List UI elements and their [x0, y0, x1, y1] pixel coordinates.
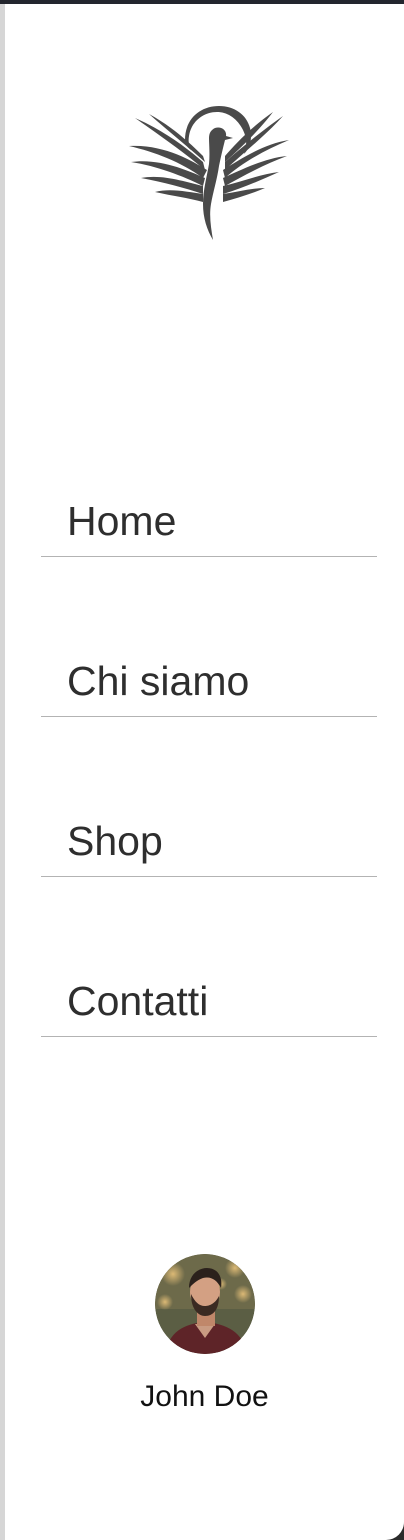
app-frame: Home Chi siamo Shop Contatti John Doe — [0, 0, 404, 1540]
main-navigation: Home Chi siamo Shop Contatti — [41, 444, 377, 1037]
user-name: John Doe — [140, 1380, 269, 1413]
user-profile: John Doe — [5, 1254, 404, 1414]
nav-link-contatti[interactable]: Contatti — [67, 981, 208, 1022]
nav-link-shop[interactable]: Shop — [67, 821, 163, 862]
nav-item-contatti: Contatti — [41, 877, 377, 1037]
nav-item-shop: Shop — [41, 717, 377, 877]
nav-link-home[interactable]: Home — [67, 501, 176, 542]
nav-link-chi-siamo[interactable]: Chi siamo — [67, 661, 249, 702]
sidebar-panel: Home Chi siamo Shop Contatti John Doe — [0, 4, 404, 1540]
nav-item-chi-siamo: Chi siamo — [41, 557, 377, 717]
phoenix-logo-icon[interactable] — [123, 100, 295, 242]
nav-item-home: Home — [41, 444, 377, 557]
user-avatar[interactable] — [154, 1254, 255, 1354]
